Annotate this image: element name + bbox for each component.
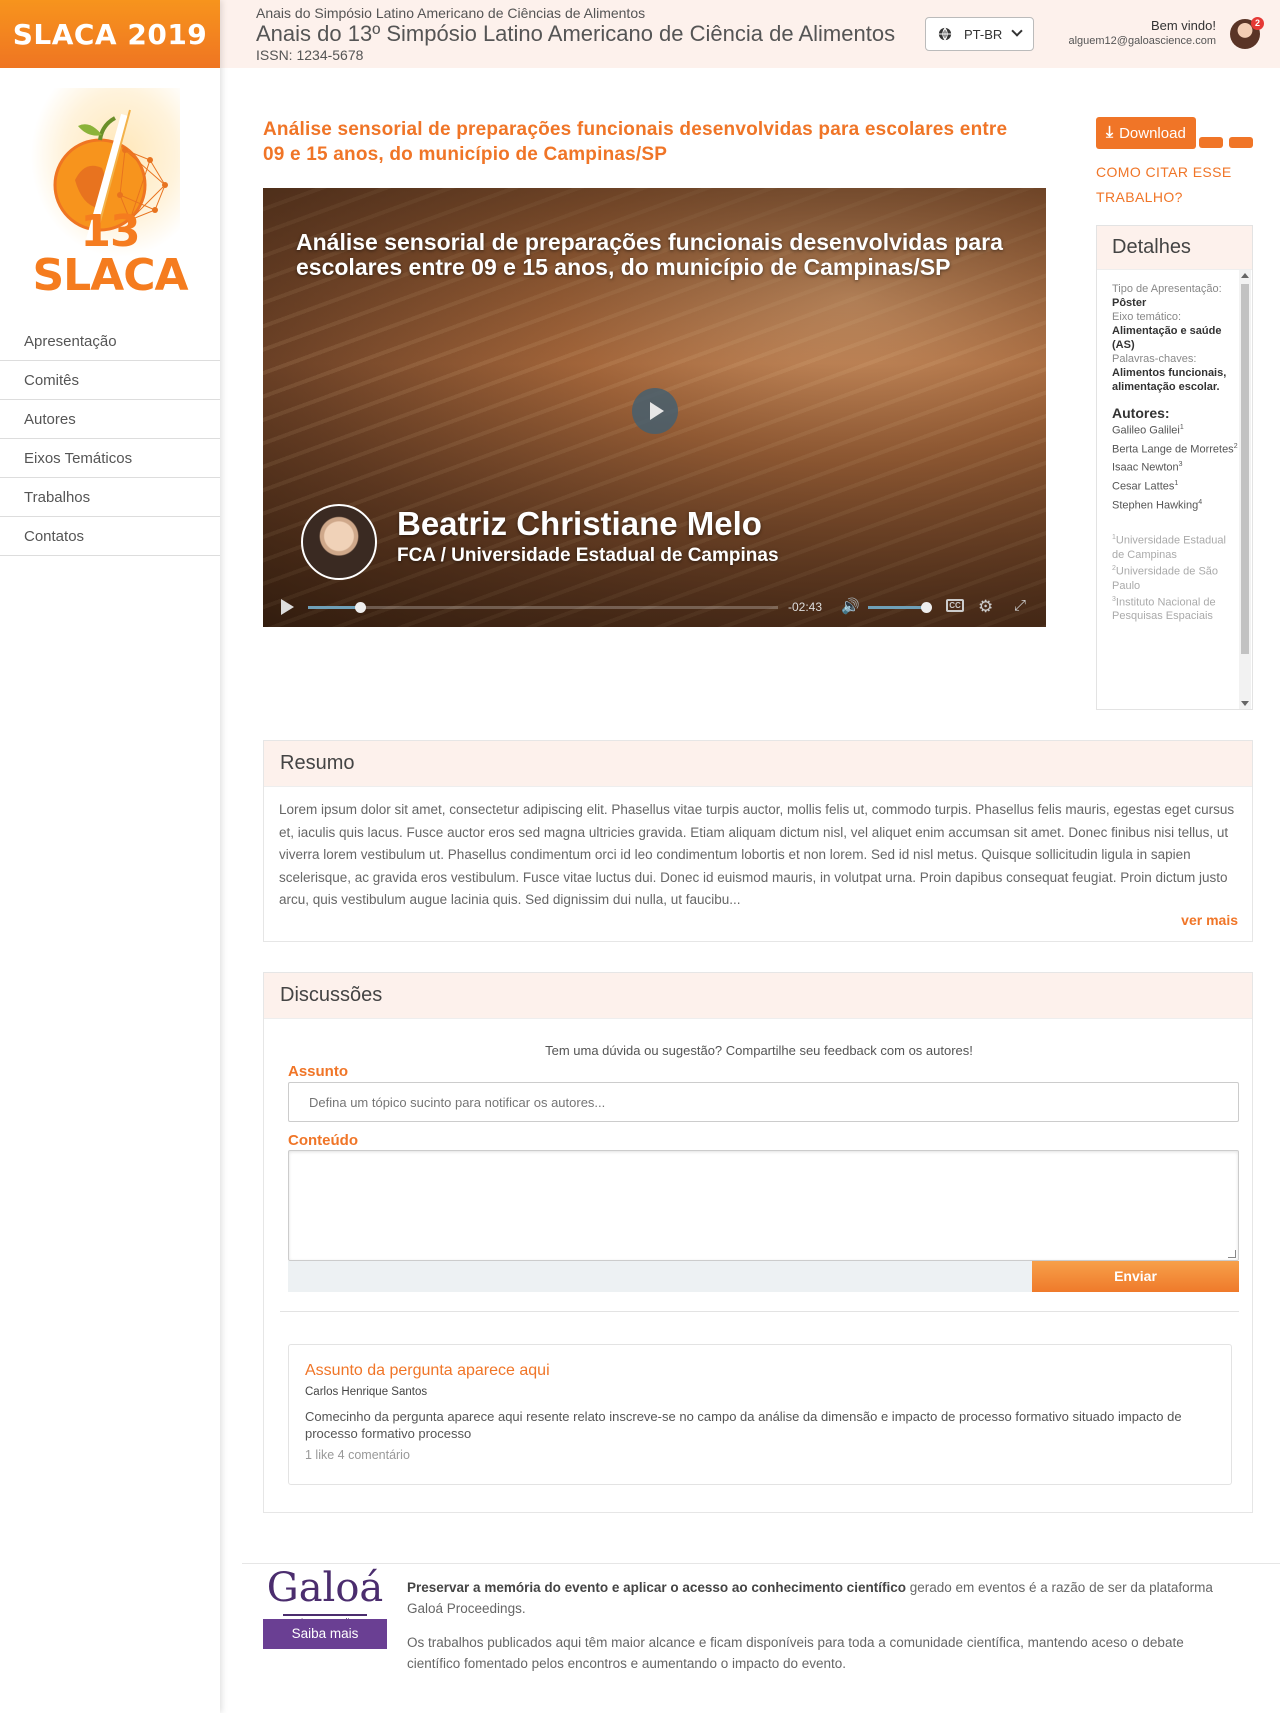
presenter-photo bbox=[301, 504, 377, 580]
download-button[interactable]: ⤓ Download bbox=[1096, 117, 1196, 149]
subject-label: Assunto bbox=[288, 1063, 348, 1080]
type-value: Pôster bbox=[1112, 297, 1147, 309]
discussion-panel: Discussões Tem uma dúvida ou sugestão? C… bbox=[263, 972, 1253, 1513]
top-header: Anais do Simpósio Latino Americano de Ci… bbox=[220, 0, 1280, 68]
question-title[interactable]: Assunto da pergunta aparece aqui bbox=[305, 1362, 1215, 1380]
resumo-panel: Resumo Lorem ipsum dolor sit amet, conse… bbox=[263, 740, 1253, 942]
welcome-text: Bem vindo! bbox=[1150, 18, 1216, 33]
volume-handle[interactable] bbox=[921, 602, 932, 613]
details-heading: Detalhes bbox=[1097, 226, 1252, 270]
details-scrollbar[interactable] bbox=[1239, 270, 1251, 709]
submit-bar: Enviar bbox=[288, 1261, 1239, 1292]
video-progress-bar[interactable] bbox=[308, 602, 778, 613]
details-body: Tipo de Apresentação: Pôster Eixo temáti… bbox=[1097, 270, 1239, 709]
send-button[interactable]: Enviar bbox=[1032, 1261, 1239, 1292]
galoa-brand: Galoá bbox=[266, 1565, 384, 1611]
subject-input[interactable] bbox=[288, 1082, 1239, 1122]
sidebar-item-trabalhos[interactable]: Trabalhos bbox=[0, 478, 220, 517]
play-icon[interactable] bbox=[281, 599, 294, 615]
resumo-text: Lorem ipsum dolor sit amet, consectetur … bbox=[279, 802, 1235, 907]
axis-value[interactable]: Alimentação e saúde (AS) bbox=[1112, 324, 1239, 352]
video-player[interactable]: Análise sensorial de preparações funcion… bbox=[263, 188, 1046, 627]
gear-icon[interactable]: ⚙ bbox=[978, 597, 993, 617]
presenter-name: Beatriz Christiane Melo bbox=[397, 505, 762, 542]
footer-text-1: Preservar a memória do evento e aplicar … bbox=[407, 1580, 1213, 1616]
content-textarea[interactable] bbox=[288, 1150, 1239, 1261]
notification-badge[interactable]: 2 bbox=[1251, 17, 1264, 30]
globe-icon bbox=[938, 27, 952, 41]
axis-label: Eixo temático: bbox=[1112, 311, 1182, 323]
sidebar-item-comites[interactable]: Comitês bbox=[0, 361, 220, 400]
video-controls: -02:43 🔊 CC ⚙ ⤢ bbox=[263, 587, 1046, 627]
paper-title: Análise sensorial de preparações funcion… bbox=[263, 119, 1008, 165]
author-item[interactable]: Berta Lange de Morretes2 bbox=[1112, 439, 1239, 458]
discussion-prompt: Tem uma dúvida ou sugestão? Compartilhe … bbox=[545, 1043, 973, 1058]
user-email: alguem12@galoascience.com bbox=[1068, 35, 1216, 47]
header-subtitle: Anais do Simpósio Latino Americano de Ci… bbox=[256, 5, 646, 21]
question-author: Carlos Henrique Santos bbox=[305, 1386, 428, 1398]
scroll-thumb[interactable] bbox=[1241, 284, 1249, 654]
author-item[interactable]: Cesar Lattes1 bbox=[1112, 476, 1239, 495]
sidebar-nav: Apresentação Comitês Autores Eixos Temát… bbox=[0, 322, 220, 556]
content-label: Conteúdo bbox=[288, 1132, 358, 1149]
question-meta: 1 like 4 comentário bbox=[305, 1448, 410, 1462]
affiliation-item: 2Universidade de São Paulo bbox=[1112, 564, 1219, 592]
keywords-label: Palavras-chaves: bbox=[1112, 353, 1197, 365]
logo-text: 13 SLACA bbox=[32, 206, 188, 298]
sidebar: SLACA 2019 13 SLACA Apresentação Comitês… bbox=[0, 0, 220, 1713]
question-body: Comecinho da pergunta aparece aqui resen… bbox=[305, 1409, 1182, 1441]
author-item[interactable]: Isaac Newton3 bbox=[1112, 457, 1239, 476]
user-info: Bem vindo! alguem12@galoascience.com bbox=[1068, 18, 1216, 47]
sidebar-item-eixos-tematicos[interactable]: Eixos Temáticos bbox=[0, 439, 220, 478]
footer-text-2: Os trabalhos publicados aqui têm maior a… bbox=[407, 1635, 1184, 1671]
video-title: Análise sensorial de preparações funcion… bbox=[296, 229, 1003, 280]
share-button-2[interactable] bbox=[1229, 137, 1253, 148]
keywords-value: Alimentos funcionais, alimentação escola… bbox=[1112, 367, 1227, 393]
language-value: PT-BR bbox=[964, 26, 1003, 42]
footer-divider bbox=[242, 1563, 1280, 1564]
time-remaining: -02:43 bbox=[788, 600, 823, 614]
play-button[interactable] bbox=[632, 388, 678, 434]
sidebar-item-autores[interactable]: Autores bbox=[0, 400, 220, 439]
brand-bar[interactable]: SLACA 2019 bbox=[0, 0, 220, 68]
header-issn: ISSN: 1234-5678 bbox=[256, 47, 364, 63]
language-select[interactable]: PT-BR bbox=[925, 17, 1034, 51]
fullscreen-icon[interactable]: ⤢ bbox=[1014, 597, 1026, 614]
author-item[interactable]: Stephen Hawking4 bbox=[1112, 495, 1239, 514]
discussion-heading: Discussões bbox=[264, 973, 1252, 1019]
download-label: Download bbox=[1119, 124, 1186, 142]
brand-name[interactable]: SLACA 2019 bbox=[13, 18, 208, 51]
divider bbox=[280, 1311, 1239, 1312]
volume-icon[interactable]: 🔊 bbox=[841, 599, 860, 615]
sidebar-item-contatos[interactable]: Contatos bbox=[0, 517, 220, 556]
captions-icon[interactable]: CC bbox=[946, 599, 964, 612]
cite-link[interactable]: COMO CITAR ESSE TRABALHO? bbox=[1096, 160, 1246, 210]
details-panel: Detalhes Tipo de Apresentação: Pôster Ei… bbox=[1096, 225, 1253, 710]
sidebar-item-apresentacao[interactable]: Apresentação bbox=[0, 322, 220, 361]
read-more-link[interactable]: ver mais bbox=[1181, 912, 1238, 928]
header-title: Anais do 13º Simpósio Latino Americano d… bbox=[256, 21, 896, 46]
progress-fill bbox=[308, 606, 360, 609]
affiliation-item: 3Instituto Nacional de Pesquisas Espacia… bbox=[1112, 595, 1216, 623]
share-button[interactable] bbox=[1199, 137, 1223, 148]
scroll-up-icon[interactable] bbox=[1241, 273, 1249, 278]
affiliation-item: 1Universidade Estadual de Campinas bbox=[1112, 534, 1226, 561]
learn-more-button[interactable]: Saiba mais bbox=[263, 1619, 387, 1649]
question-card[interactable]: Assunto da pergunta aparece aqui Carlos … bbox=[288, 1344, 1232, 1485]
progress-handle[interactable] bbox=[354, 602, 366, 613]
authors-heading: Autores: bbox=[1112, 405, 1170, 421]
volume-slider[interactable] bbox=[868, 602, 932, 613]
affiliations-list: 1Universidade Estadual de Campinas 2Univ… bbox=[1112, 531, 1239, 623]
scroll-down-icon[interactable] bbox=[1241, 701, 1249, 706]
resumo-heading: Resumo bbox=[264, 741, 1252, 787]
event-logo[interactable]: 13 SLACA bbox=[0, 68, 220, 298]
presenter-institution: FCA / Universidade Estadual de Campinas bbox=[397, 545, 779, 566]
download-icon: ⤓ bbox=[1106, 124, 1114, 141]
type-label: Tipo de Apresentação: bbox=[1112, 283, 1222, 295]
author-item[interactable]: Galileo Galilei1 bbox=[1112, 420, 1239, 439]
chevron-down-icon bbox=[1011, 25, 1023, 37]
